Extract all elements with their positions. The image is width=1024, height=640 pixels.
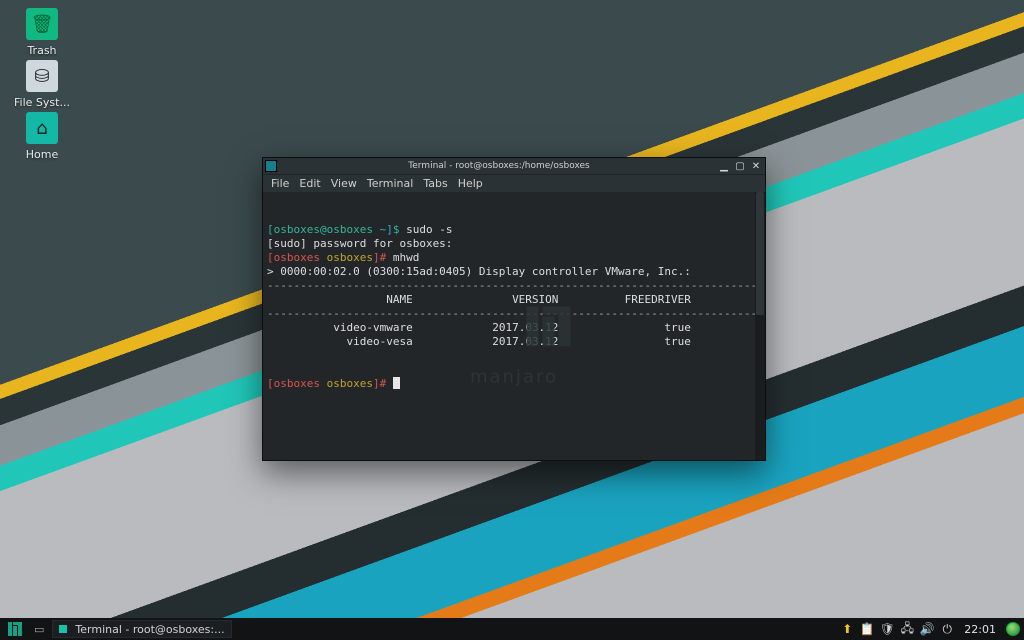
desktop: 🗑 Trash ⛁ File Syst... ⌂ Home Terminal -… <box>0 0 1024 640</box>
shield-icon[interactable]: 🛡 <box>880 622 894 636</box>
update-icon[interactable]: ⬆ <box>840 622 854 636</box>
cmd-text: sudo -s <box>406 223 452 236</box>
prompt-user: [osboxes@osboxes <box>267 223 373 236</box>
window-title: Terminal - root@osboxes:/home/osboxes <box>283 161 715 171</box>
volume-icon[interactable]: 🔊 <box>920 622 934 636</box>
terminal-window[interactable]: Terminal - root@osboxes:/home/osboxes ▁ … <box>262 157 766 461</box>
menu-help[interactable]: Help <box>458 177 483 190</box>
task-label: Terminal - root@osboxes:... <box>75 623 224 636</box>
prompt-delim: ]# <box>373 251 393 264</box>
terminal-scrollbar[interactable] <box>755 192 765 460</box>
window-maximize-button[interactable]: ▢ <box>733 159 747 173</box>
window-menubar: File Edit View Terminal Tabs Help <box>263 174 765 192</box>
prompt-host: osboxes <box>327 377 373 390</box>
cell: 2017.03.12 <box>492 335 558 348</box>
cell: 2017.03.12 <box>492 321 558 334</box>
launcher-button[interactable] <box>4 620 26 638</box>
prompt-host: osboxes <box>327 251 373 264</box>
menu-file[interactable]: File <box>271 177 289 190</box>
disk-icon: ⛁ <box>26 60 58 92</box>
menu-terminal[interactable]: Terminal <box>367 177 414 190</box>
window-minimize-button[interactable]: ▁ <box>717 159 731 173</box>
sudo-prompt: [sudo] password for osboxes: <box>267 237 452 250</box>
scrollbar-thumb[interactable] <box>756 192 764 315</box>
prompt-user: [osboxes <box>267 377 327 390</box>
power-icon[interactable]: ⏻ <box>940 622 954 636</box>
terminal-cursor <box>393 377 400 389</box>
output-separator: ----------------------------------------… <box>267 307 765 320</box>
col-version: VERSION <box>512 293 558 306</box>
session-button[interactable] <box>1006 622 1020 636</box>
trash-icon: 🗑 <box>26 8 58 40</box>
network-icon[interactable]: 🖧 <box>900 622 914 636</box>
cell: true <box>664 321 691 334</box>
manjaro-launcher-icon <box>8 622 22 636</box>
show-desktop-icon: ▭ <box>34 623 44 636</box>
home-icon: ⌂ <box>26 112 58 144</box>
system-tray: ⬆ 📋 🛡 🖧 🔊 ⏻ 22:01 <box>840 622 1020 636</box>
desktop-icon-label: Home <box>26 148 58 161</box>
desktop-icon-home[interactable]: ⌂ Home <box>8 112 76 161</box>
cell: video-vmware <box>333 321 412 334</box>
desktop-icon-trash[interactable]: 🗑 Trash <box>8 8 76 57</box>
output-line: > 0000:00:02.0 (0300:15ad:0405) Display … <box>267 265 691 278</box>
menu-edit[interactable]: Edit <box>299 177 320 190</box>
cmd-text: mhwd <box>393 251 420 264</box>
table-header-row: NAME VERSION FREEDRIVER TYPE <box>267 293 765 306</box>
window-close-button[interactable]: ✕ <box>749 159 763 173</box>
taskbar-clock[interactable]: 22:01 <box>960 623 1000 636</box>
show-desktop-button[interactable]: ▭ <box>30 620 48 638</box>
menu-tabs[interactable]: Tabs <box>423 177 447 190</box>
window-icon <box>265 160 277 172</box>
clipboard-icon[interactable]: 📋 <box>860 622 874 636</box>
task-app-icon <box>59 625 67 633</box>
menu-view[interactable]: View <box>331 177 357 190</box>
window-titlebar[interactable]: Terminal - root@osboxes:/home/osboxes ▁ … <box>263 158 765 174</box>
prompt-delim: ]# <box>373 377 393 390</box>
prompt-user: [osboxes <box>267 251 327 264</box>
output-separator: ----------------------------------------… <box>267 279 765 292</box>
taskbar: ▭ Terminal - root@osboxes:... ⬆ 📋 🛡 🖧 🔊 … <box>0 618 1024 640</box>
watermark-text: manjaro <box>458 370 571 384</box>
col-freedriver: FREEDRIVER <box>625 293 691 306</box>
cell: true <box>664 335 691 348</box>
taskbar-task-terminal[interactable]: Terminal - root@osboxes:... <box>52 620 231 638</box>
desktop-icon-label: Trash <box>27 44 56 57</box>
table-row: video-vmware 2017.03.12 true PCI <box>267 321 765 334</box>
col-name: NAME <box>386 293 413 306</box>
desktop-icon-label: File Syst... <box>14 96 70 109</box>
cell: video-vesa <box>346 335 412 348</box>
desktop-icon-filesystem[interactable]: ⛁ File Syst... <box>8 60 76 109</box>
prompt-path: ~] <box>373 223 393 236</box>
prompt-delim: $ <box>393 223 406 236</box>
terminal-output[interactable]: manjaro [osboxes@osboxes ~]$ sudo -s [su… <box>263 192 765 460</box>
table-row: video-vesa 2017.03.12 true PCI <box>267 335 765 348</box>
